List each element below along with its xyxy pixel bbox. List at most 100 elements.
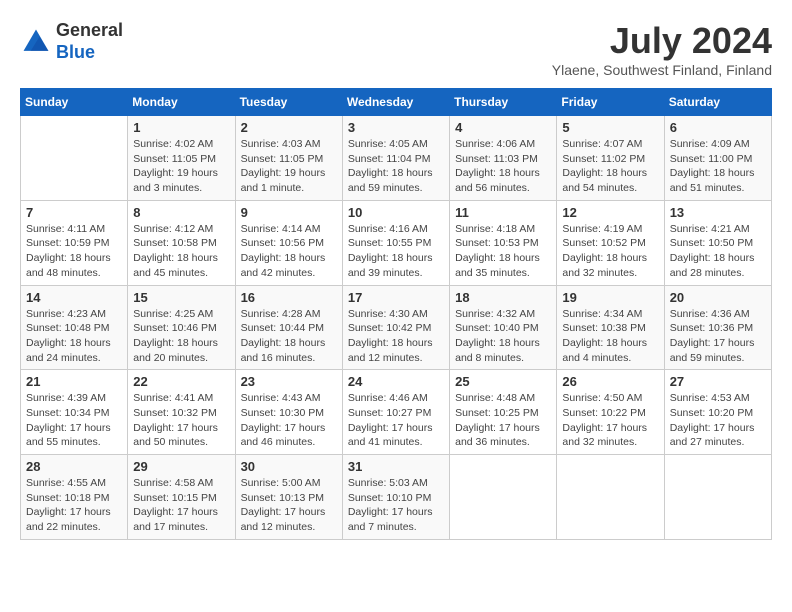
header-cell-wednesday: Wednesday: [342, 89, 449, 116]
day-cell: [557, 455, 664, 540]
logo-text: General Blue: [56, 20, 123, 63]
day-info: Sunrise: 4:03 AM Sunset: 11:05 PM Daylig…: [241, 137, 337, 196]
day-info: Sunrise: 4:07 AM Sunset: 11:02 PM Daylig…: [562, 137, 658, 196]
day-cell: [450, 455, 557, 540]
header-row: SundayMondayTuesdayWednesdayThursdayFrid…: [21, 89, 772, 116]
day-number: 2: [241, 120, 337, 135]
day-number: 17: [348, 290, 444, 305]
day-cell: 12 Sunrise: 4:19 AM Sunset: 10:52 PM Dayl…: [557, 200, 664, 285]
logo-blue: Blue: [56, 42, 95, 62]
day-cell: 3Sunrise: 4:05 AM Sunset: 11:04 PM Dayli…: [342, 116, 449, 201]
day-cell: 7 Sunrise: 4:11 AM Sunset: 10:59 PM Dayli…: [21, 200, 128, 285]
day-number: 21: [26, 374, 122, 389]
day-info: Sunrise: 4:16 AM Sunset: 10:55 PM Daylig…: [348, 222, 444, 281]
day-number: 7: [26, 205, 122, 220]
day-info: Sunrise: 4:25 AM Sunset: 10:46 PM Daylig…: [133, 307, 229, 366]
day-number: 11: [455, 205, 551, 220]
day-number: 15: [133, 290, 229, 305]
day-cell: 28 Sunrise: 4:55 AM Sunset: 10:18 PM Dayl…: [21, 455, 128, 540]
day-number: 13: [670, 205, 766, 220]
day-number: 16: [241, 290, 337, 305]
day-info: Sunrise: 4:41 AM Sunset: 10:32 PM Daylig…: [133, 391, 229, 450]
day-number: 12: [562, 205, 658, 220]
day-number: 10: [348, 205, 444, 220]
day-number: 4: [455, 120, 551, 135]
header-cell-saturday: Saturday: [664, 89, 771, 116]
day-cell: 1Sunrise: 4:02 AM Sunset: 11:05 PM Dayli…: [128, 116, 235, 201]
day-number: 25: [455, 374, 551, 389]
day-info: Sunrise: 4:36 AM Sunset: 10:36 PM Daylig…: [670, 307, 766, 366]
day-cell: 6 Sunrise: 4:09 AM Sunset: 11:00 PM Dayli…: [664, 116, 771, 201]
day-info: Sunrise: 4:09 AM Sunset: 11:00 PM Daylig…: [670, 137, 766, 196]
day-info: Sunrise: 4:28 AM Sunset: 10:44 PM Daylig…: [241, 307, 337, 366]
day-info: Sunrise: 4:11 AM Sunset: 10:59 PM Daylig…: [26, 222, 122, 281]
day-cell: 9 Sunrise: 4:14 AM Sunset: 10:56 PM Dayli…: [235, 200, 342, 285]
day-cell: 14 Sunrise: 4:23 AM Sunset: 10:48 PM Dayl…: [21, 285, 128, 370]
day-info: Sunrise: 4:14 AM Sunset: 10:56 PM Daylig…: [241, 222, 337, 281]
header-cell-tuesday: Tuesday: [235, 89, 342, 116]
day-cell: 20 Sunrise: 4:36 AM Sunset: 10:36 PM Dayl…: [664, 285, 771, 370]
day-info: Sunrise: 4:55 AM Sunset: 10:18 PM Daylig…: [26, 476, 122, 535]
day-number: 14: [26, 290, 122, 305]
day-info: Sunrise: 4:06 AM Sunset: 11:03 PM Daylig…: [455, 137, 551, 196]
day-cell: 29 Sunrise: 4:58 AM Sunset: 10:15 PM Dayl…: [128, 455, 235, 540]
day-info: Sunrise: 4:43 AM Sunset: 10:30 PM Daylig…: [241, 391, 337, 450]
day-cell: 10 Sunrise: 4:16 AM Sunset: 10:55 PM Dayl…: [342, 200, 449, 285]
day-info: Sunrise: 4:18 AM Sunset: 10:53 PM Daylig…: [455, 222, 551, 281]
header-cell-monday: Monday: [128, 89, 235, 116]
day-number: 26: [562, 374, 658, 389]
calendar-table: SundayMondayTuesdayWednesdayThursdayFrid…: [20, 88, 772, 540]
day-cell: 25 Sunrise: 4:48 AM Sunset: 10:25 PM Dayl…: [450, 370, 557, 455]
day-cell: 18Sunrise: 4:32 AM Sunset: 10:40 PM Dayl…: [450, 285, 557, 370]
day-cell: 27Sunrise: 4:53 AM Sunset: 10:20 PM Dayl…: [664, 370, 771, 455]
day-info: Sunrise: 4:50 AM Sunset: 10:22 PM Daylig…: [562, 391, 658, 450]
week-row-3: 14 Sunrise: 4:23 AM Sunset: 10:48 PM Dayl…: [21, 285, 772, 370]
day-number: 24: [348, 374, 444, 389]
day-cell: 8 Sunrise: 4:12 AM Sunset: 10:58 PM Dayli…: [128, 200, 235, 285]
week-row-5: 28 Sunrise: 4:55 AM Sunset: 10:18 PM Dayl…: [21, 455, 772, 540]
logo-icon: [20, 26, 52, 58]
day-number: 29: [133, 459, 229, 474]
day-info: Sunrise: 5:00 AM Sunset: 10:13 PM Daylig…: [241, 476, 337, 535]
day-info: Sunrise: 4:19 AM Sunset: 10:52 PM Daylig…: [562, 222, 658, 281]
page-header: General Blue July 2024 Ylaene, Southwest…: [20, 20, 772, 78]
day-cell: 23 Sunrise: 4:43 AM Sunset: 10:30 PM Dayl…: [235, 370, 342, 455]
day-number: 5: [562, 120, 658, 135]
day-info: Sunrise: 4:12 AM Sunset: 10:58 PM Daylig…: [133, 222, 229, 281]
day-info: Sunrise: 4:58 AM Sunset: 10:15 PM Daylig…: [133, 476, 229, 535]
day-cell: 13Sunrise: 4:21 AM Sunset: 10:50 PM Dayl…: [664, 200, 771, 285]
day-number: 30: [241, 459, 337, 474]
day-number: 20: [670, 290, 766, 305]
week-row-1: 1Sunrise: 4:02 AM Sunset: 11:05 PM Dayli…: [21, 116, 772, 201]
month-title: July 2024: [552, 20, 772, 62]
header-cell-sunday: Sunday: [21, 89, 128, 116]
day-cell: 31Sunrise: 5:03 AM Sunset: 10:10 PM Dayl…: [342, 455, 449, 540]
header-cell-friday: Friday: [557, 89, 664, 116]
logo-general: General: [56, 20, 123, 40]
day-cell: 17 Sunrise: 4:30 AM Sunset: 10:42 PM Dayl…: [342, 285, 449, 370]
day-info: Sunrise: 4:46 AM Sunset: 10:27 PM Daylig…: [348, 391, 444, 450]
week-row-2: 7 Sunrise: 4:11 AM Sunset: 10:59 PM Dayli…: [21, 200, 772, 285]
day-number: 28: [26, 459, 122, 474]
day-info: Sunrise: 4:30 AM Sunset: 10:42 PM Daylig…: [348, 307, 444, 366]
day-cell: 24 Sunrise: 4:46 AM Sunset: 10:27 PM Dayl…: [342, 370, 449, 455]
day-number: 6: [670, 120, 766, 135]
day-cell: 2 Sunrise: 4:03 AM Sunset: 11:05 PM Dayli…: [235, 116, 342, 201]
day-number: 8: [133, 205, 229, 220]
day-number: 23: [241, 374, 337, 389]
day-info: Sunrise: 4:23 AM Sunset: 10:48 PM Daylig…: [26, 307, 122, 366]
day-info: Sunrise: 4:39 AM Sunset: 10:34 PM Daylig…: [26, 391, 122, 450]
day-cell: 30 Sunrise: 5:00 AM Sunset: 10:13 PM Dayl…: [235, 455, 342, 540]
day-number: 9: [241, 205, 337, 220]
day-cell: [21, 116, 128, 201]
day-info: Sunrise: 4:48 AM Sunset: 10:25 PM Daylig…: [455, 391, 551, 450]
day-cell: 19Sunrise: 4:34 AM Sunset: 10:38 PM Dayl…: [557, 285, 664, 370]
day-cell: 5 Sunrise: 4:07 AM Sunset: 11:02 PM Dayli…: [557, 116, 664, 201]
day-cell: 16 Sunrise: 4:28 AM Sunset: 10:44 PM Dayl…: [235, 285, 342, 370]
day-cell: [664, 455, 771, 540]
day-cell: 22Sunrise: 4:41 AM Sunset: 10:32 PM Dayl…: [128, 370, 235, 455]
calendar-header: SundayMondayTuesdayWednesdayThursdayFrid…: [21, 89, 772, 116]
day-number: 27: [670, 374, 766, 389]
day-info: Sunrise: 4:32 AM Sunset: 10:40 PM Daylig…: [455, 307, 551, 366]
day-number: 31: [348, 459, 444, 474]
